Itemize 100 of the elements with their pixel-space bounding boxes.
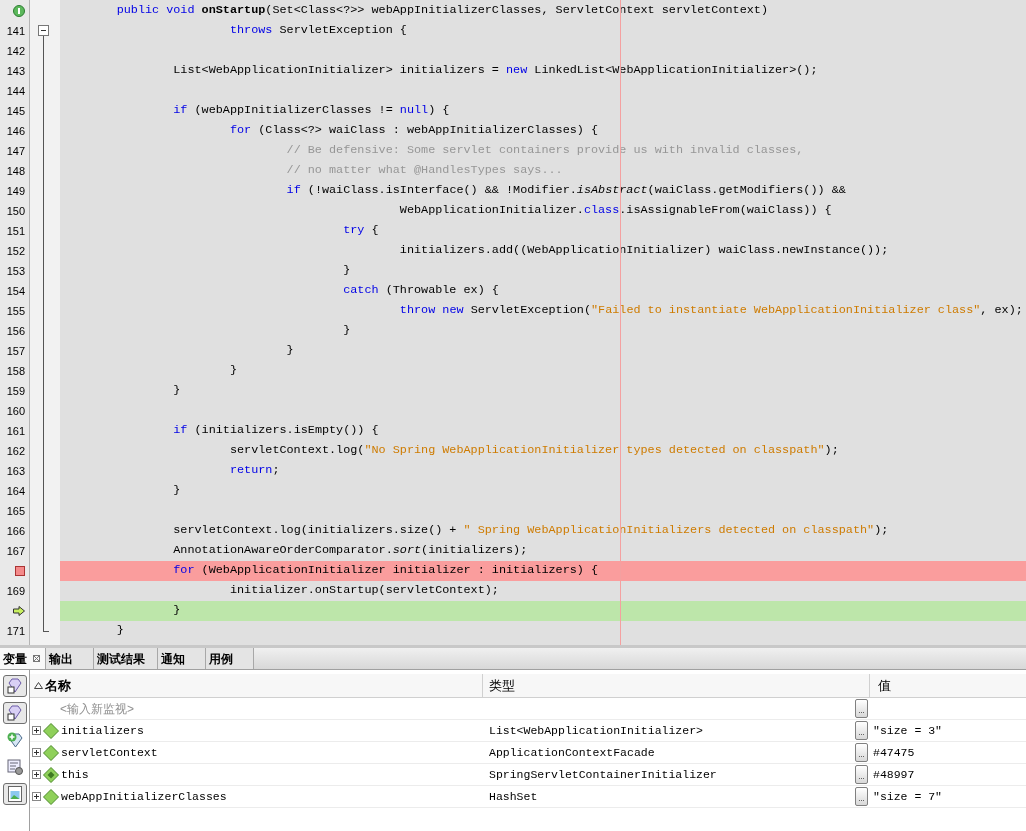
code-line: }: [286, 342, 294, 360]
variable-value: #47475: [873, 744, 915, 761]
variable-name: servletContext: [61, 744, 158, 761]
variable-type: HashSet: [489, 788, 538, 805]
edit-button[interactable]: ...: [855, 765, 868, 784]
expand-icon[interactable]: [32, 726, 41, 735]
code-line: public void onStartup(Set<Class<?>> webAppInitializerClasses, ServletContext servletContext): [116, 2, 768, 20]
diamond-icon: [43, 788, 59, 805]
variable-type: List<WebApplicationInitializer>: [489, 722, 703, 739]
code-line: }: [173, 602, 181, 620]
variable-name: webAppInitializerClasses: [61, 788, 227, 805]
code-line: }: [173, 482, 181, 500]
line-number: 159: [6, 383, 25, 399]
code-line: return;: [229, 462, 280, 480]
line-number: 152: [6, 243, 25, 259]
sort-icon: [34, 682, 43, 689]
line-number: 167: [6, 543, 25, 559]
line-number: 163: [6, 463, 25, 479]
line-number: 160: [6, 403, 25, 419]
line-number: 158: [6, 363, 25, 379]
line-number: 149: [6, 183, 25, 199]
line-number: 153: [6, 263, 25, 279]
code-line: if (!waiClass.isInterface() && !Modifier.isAbstract(waiClass.getModifiers()) &&: [286, 182, 846, 200]
override-icon: [13, 5, 25, 17]
expand-icon[interactable]: [32, 770, 41, 779]
code-line: if (webAppInitializerClasses != null) {: [173, 102, 450, 120]
line-number: 154: [6, 283, 25, 299]
gem-icon: [5, 704, 24, 722]
line-number: 171: [6, 623, 25, 639]
code-line: throw new ServletException("Failed to instantiate WebApplicationInitializer class", ex);: [399, 302, 1023, 320]
toolbar-button[interactable]: [2, 702, 27, 724]
panel-tab[interactable]: 变量: [0, 648, 46, 669]
code-line: }: [173, 382, 181, 400]
code-line: List<WebApplicationInitializer> initializers = new LinkedList<WebApplicationInitializer>();: [173, 62, 818, 80]
line-number: 156: [6, 323, 25, 339]
panel-tab[interactable]: 测试结果: [94, 648, 158, 669]
edit-button[interactable]: ...: [855, 699, 868, 718]
toolbar-button[interactable]: [2, 783, 27, 805]
variable-type: ApplicationContextFacade: [489, 744, 655, 761]
variable-name: initializers: [61, 722, 144, 739]
edit-button[interactable]: ...: [855, 787, 868, 806]
toolbar-button[interactable]: [2, 675, 27, 697]
collapse-icon[interactable]: [38, 25, 49, 36]
close-icon[interactable]: [33, 655, 40, 662]
expand-icon[interactable]: [32, 748, 41, 757]
line-number: 162: [6, 443, 25, 459]
line-number: 144: [6, 83, 25, 99]
panel-tab[interactable]: 用例: [206, 648, 254, 669]
line-number: 146: [6, 123, 25, 139]
code-line: WebApplicationInitializer.class.isAssignableFrom(waiClass)) {: [399, 202, 832, 220]
line-number: 145: [6, 103, 25, 119]
variable-type: SpringServletContainerInitializer: [489, 766, 717, 783]
column-header[interactable]: 值: [870, 674, 1026, 697]
line-number: 157: [6, 343, 25, 359]
line-number: 150: [6, 203, 25, 219]
code-line: servletContext.log("No Spring WebApplicationInitializer types detected on classpath");: [229, 442, 839, 460]
code-line: }: [229, 362, 237, 380]
line-number: 164: [6, 483, 25, 499]
line-number: 169: [6, 583, 25, 599]
code-line: initializers.add((WebApplicationInitializer) waiClass.newInstance());: [399, 242, 889, 260]
code-line: }: [343, 322, 351, 340]
breakpoint-icon[interactable]: [15, 566, 25, 576]
line-number: 141: [6, 23, 25, 39]
diamond-icon: [43, 744, 59, 761]
line-number: 166: [6, 523, 25, 539]
picture-icon: [6, 785, 23, 803]
variable-value: "size = 7": [873, 788, 942, 805]
code-line: }: [116, 622, 124, 640]
line-number: 148: [6, 163, 25, 179]
line-number: 165: [6, 503, 25, 519]
expand-icon[interactable]: [32, 792, 41, 801]
arrow-icon: [13, 606, 25, 616]
panel-tab[interactable]: 通知: [158, 648, 206, 669]
edit-button[interactable]: ...: [855, 721, 868, 740]
line-number: 143: [6, 63, 25, 79]
variable-value: "size = 3": [873, 722, 942, 739]
code-line: for (Class<?> waiClass : webAppInitializerClasses) {: [229, 122, 599, 140]
variable-value: #48997: [873, 766, 915, 783]
gem-icon: [5, 677, 24, 695]
code-line: try {: [343, 222, 379, 240]
code-line: catch (Throwable ex) {: [343, 282, 499, 300]
line-number: 142: [6, 43, 25, 59]
line-number: 147: [6, 143, 25, 159]
column-header[interactable]: 类型: [483, 674, 870, 697]
code-line: servletContext.log(initializers.size() + " Spring WebApplicationInitializers detected on classpath");: [173, 522, 889, 540]
code-line: throws ServletException {: [229, 22, 407, 40]
variable-name: this: [61, 766, 89, 783]
edit-button[interactable]: ...: [855, 743, 868, 762]
code-line: for (WebApplicationInitializer initializer : initializers) {: [173, 562, 599, 580]
code-line: if (initializers.isEmpty()) {: [173, 422, 379, 440]
column-header[interactable]: 名称: [30, 674, 483, 697]
code-line: // no matter what @HandlesTypes says...: [286, 162, 563, 180]
panel-tab[interactable]: 输出: [46, 648, 94, 669]
code-line: initializer.onStartup(servletContext);: [229, 582, 499, 600]
diamond-icon: [43, 766, 59, 783]
diamond-icon: [43, 722, 59, 739]
code-line: }: [343, 262, 351, 280]
line-number: 161: [6, 423, 25, 439]
code-line: AnnotationAwareOrderComparator.sort(initializers);: [173, 542, 528, 560]
line-number: 151: [6, 223, 25, 239]
